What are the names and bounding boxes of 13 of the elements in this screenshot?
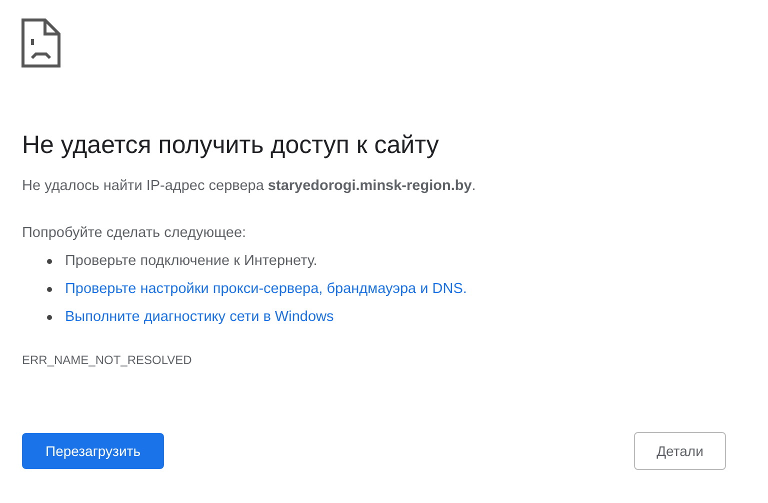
- error-title: Не удается получить доступ к сайту: [22, 130, 440, 160]
- bullet-icon: [47, 314, 52, 320]
- suggestions-heading: Попробуйте сделать следующее:: [22, 224, 248, 243]
- suggestion-link[interactable]: Выполните диагностику сети в Windows: [65, 307, 334, 327]
- suggestion-text: Проверьте подключение к Интернету.: [65, 252, 318, 271]
- error-code: ERR_NAME_NOT_RESOLVED: [22, 352, 193, 368]
- sad-page-icon: [21, 18, 61, 68]
- bullet-icon: [47, 286, 52, 292]
- bullet-icon: [47, 258, 52, 264]
- reload-button[interactable]: Перезагрузить: [22, 433, 164, 469]
- details-button[interactable]: Детали: [634, 432, 726, 470]
- error-message: Не удалось найти IP-адрес сервера staryedorogi.minsk-region.by.: [22, 177, 477, 196]
- suggestion-link[interactable]: Проверьте настройки прокси-сервера, брандмауэра и DNS.: [65, 279, 467, 299]
